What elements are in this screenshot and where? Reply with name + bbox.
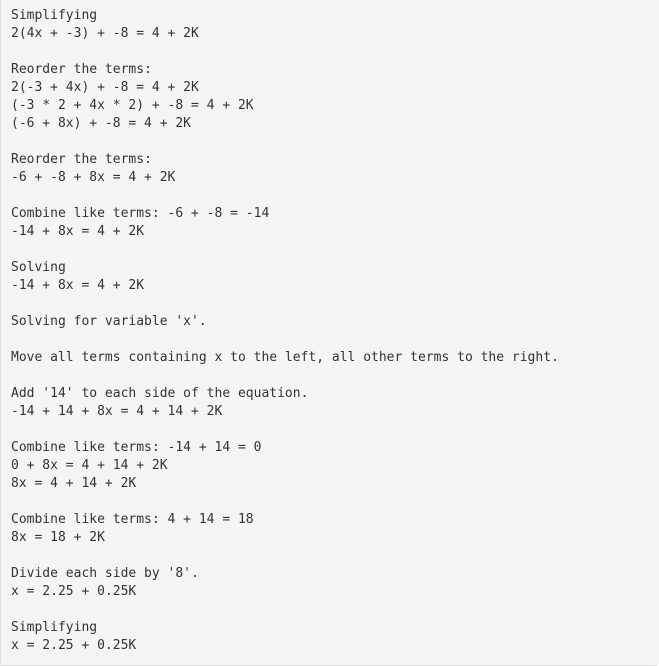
equation-line: (-6 + 8x) + -8 = 4 + 2K (11, 116, 192, 131)
block-separator (11, 421, 649, 439)
block-separator (11, 367, 649, 385)
block-separator (11, 493, 649, 511)
solution-step-block: Combine like terms: -14 + 14 = 0 0 + 8x =… (11, 439, 649, 493)
block-separator (11, 295, 649, 313)
step-heading: Reorder the terms: (11, 152, 152, 167)
block-separator (11, 331, 649, 349)
equation-line: -14 + 8x = 4 + 2K (11, 224, 145, 239)
solution-step-block: Simplifying 2(4x + -3) + -8 = 4 + 2K (11, 7, 649, 43)
equation-line: -6 + -8 + 8x = 4 + 2K (11, 170, 176, 185)
solution-step-block: Move all terms containing x to the left,… (11, 349, 649, 367)
block-separator (11, 547, 649, 565)
step-heading: Simplifying (11, 620, 98, 635)
equation-line: (-3 * 2 + 4x * 2) + -8 = 4 + 2K (11, 98, 254, 113)
equation-line: 0 + 8x = 4 + 14 + 2K (11, 458, 168, 473)
solution-step-block: Reorder the terms: 2(-3 + 4x) + -8 = 4 + … (11, 61, 649, 133)
equation-line: 8x = 4 + 14 + 2K (11, 476, 137, 491)
block-separator (11, 43, 649, 61)
solution-step-block: Combine like terms: 4 + 14 = 18 8x = 18 +… (11, 511, 649, 547)
equation-line: x = 2.25 + 0.25K (11, 638, 137, 653)
equation-line: 2(4x + -3) + -8 = 4 + 2K (11, 26, 199, 41)
step-heading: Divide each side by '8'. (11, 566, 199, 581)
step-heading: Combine like terms: 4 + 14 = 18 (11, 512, 254, 527)
step-heading: Combine like terms: -14 + 14 = 0 (11, 440, 262, 455)
block-separator (11, 241, 649, 259)
step-heading: Move all terms containing x to the left,… (11, 350, 559, 365)
solution-step-block: Solving -14 + 8x = 4 + 2K (11, 259, 649, 295)
solution-step-block: Combine like terms: -6 + -8 = -14 -14 + 8… (11, 205, 649, 241)
equation-line: 2(-3 + 4x) + -8 = 4 + 2K (11, 80, 199, 95)
solution-step-block: Add '14' to each side of the equation. -1… (11, 385, 649, 421)
equation-line: 8x = 18 + 2K (11, 530, 105, 545)
step-heading: Solving for variable 'x'. (11, 314, 207, 329)
solution-text-block: Simplifying 2(4x + -3) + -8 = 4 + 2K Reor… (11, 7, 649, 655)
step-heading: Combine like terms: -6 + -8 = -14 (11, 206, 270, 221)
step-heading: Simplifying (11, 8, 98, 23)
step-heading: Solving (11, 260, 66, 275)
step-heading: Reorder the terms: (11, 62, 152, 77)
equation-line: -14 + 14 + 8x = 4 + 14 + 2K (11, 404, 223, 419)
solution-panel: Simplifying 2(4x + -3) + -8 = 4 + 2K Reor… (0, 0, 659, 666)
solution-step-block: Divide each side by '8'. x = 2.25 + 0.25K (11, 565, 649, 601)
block-separator (11, 187, 649, 205)
equation-line: x = 2.25 + 0.25K (11, 584, 137, 599)
equation-line: -14 + 8x = 4 + 2K (11, 278, 145, 293)
solution-step-block: Solving for variable 'x'. (11, 313, 649, 331)
solution-step-block: Simplifying x = 2.25 + 0.25K (11, 619, 649, 655)
block-separator (11, 133, 649, 151)
solution-step-block: Reorder the terms: -6 + -8 + 8x = 4 + 2K (11, 151, 649, 187)
block-separator (11, 601, 649, 619)
step-heading: Add '14' to each side of the equation. (11, 386, 309, 401)
